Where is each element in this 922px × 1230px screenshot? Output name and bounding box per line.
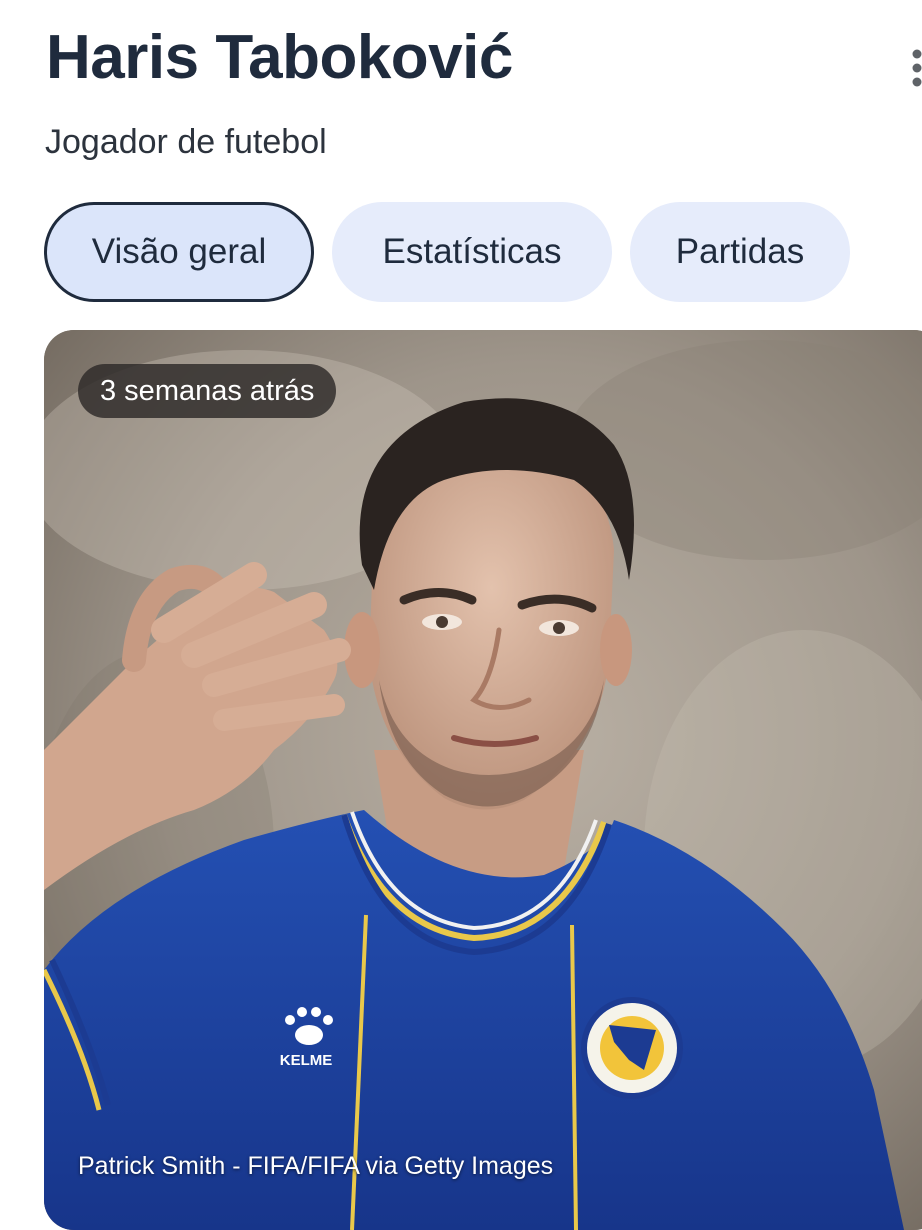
timestamp-badge: 3 semanas atrás — [78, 364, 337, 418]
tab-overview[interactable]: Visão geral — [44, 202, 314, 302]
page-title: Haris Taboković — [46, 23, 513, 92]
photo-credit: Patrick Smith - FIFA/FIFA via Getty Imag… — [78, 1152, 554, 1180]
tab-bar: Visão geral Estatísticas Partidas — [44, 202, 850, 302]
tab-statistics-label: Estatísticas — [382, 232, 562, 271]
tab-matches-label: Partidas — [675, 232, 805, 271]
tab-matches[interactable]: Partidas — [630, 202, 850, 302]
more-vertical-icon[interactable] — [912, 48, 922, 88]
player-photo-card[interactable]: KELME 3 semanas atrás Patrick Smith - FI… — [44, 330, 922, 1230]
tab-overview-label: Visão geral — [91, 232, 267, 271]
tab-statistics[interactable]: Estatísticas — [332, 202, 612, 302]
entity-subtitle: Jogador de futebol — [45, 123, 327, 161]
kelme-logo-text: KELME — [280, 1052, 333, 1069]
player-photo: KELME — [44, 330, 922, 1230]
